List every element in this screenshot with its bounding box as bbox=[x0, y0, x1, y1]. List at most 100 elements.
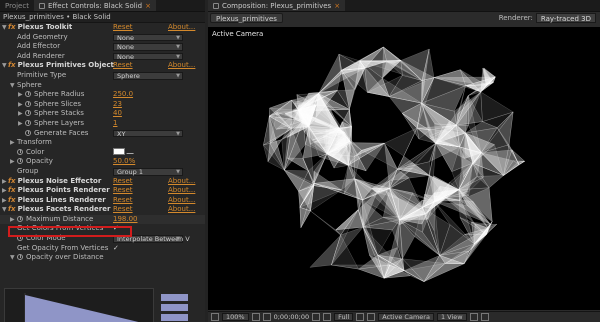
tab-project[interactable]: Project bbox=[0, 0, 34, 11]
primitive-type-dropdown[interactable]: Sphere bbox=[113, 71, 183, 80]
toggle-pixel-aspect-icon[interactable] bbox=[469, 313, 478, 321]
about-link[interactable]: About... bbox=[168, 186, 195, 196]
snapshot-icon[interactable] bbox=[312, 313, 321, 321]
close-icon[interactable]: × bbox=[145, 0, 151, 12]
transform-row[interactable]: ▶ Transform bbox=[0, 138, 205, 148]
composition-tab[interactable]: Plexus_primitives bbox=[210, 13, 283, 23]
opacity-value[interactable]: 50.0% bbox=[113, 157, 135, 167]
camera-snapshot-icon[interactable] bbox=[262, 313, 271, 321]
fx-icon[interactable]: fx bbox=[8, 61, 16, 69]
stopwatch-icon[interactable] bbox=[17, 158, 23, 165]
sphere-radius-value[interactable]: 250.0 bbox=[113, 90, 133, 100]
about-link[interactable]: About... bbox=[168, 61, 195, 71]
add-geometry-dropdown[interactable]: None bbox=[113, 33, 183, 42]
sphere-stacks-value[interactable]: 40 bbox=[113, 109, 122, 119]
transparency-grid-icon[interactable] bbox=[367, 313, 376, 321]
camera-label: Active Camera bbox=[212, 30, 264, 38]
group-row: Group Group 1 bbox=[0, 167, 205, 177]
region-of-interest-icon[interactable] bbox=[356, 313, 365, 321]
lock-icon[interactable] bbox=[38, 2, 45, 9]
timecode[interactable]: 0;00;00;00 bbox=[274, 313, 310, 321]
tab-effect-controls[interactable]: Effect Controls: Black Solid × bbox=[33, 0, 156, 12]
fx-icon[interactable]: fx bbox=[8, 196, 16, 204]
about-link[interactable]: About... bbox=[168, 177, 195, 187]
tab-composition[interactable]: Composition: Plexus_primitives × bbox=[208, 0, 346, 12]
add-effector-dropdown[interactable]: None bbox=[113, 43, 183, 51]
maximum-distance-row: ▶ Maximum Distance 198.00 bbox=[0, 214, 205, 225]
zoom-dropdown[interactable]: 100% bbox=[222, 313, 249, 321]
generate-faces-row: Generate Faces XY bbox=[0, 129, 205, 139]
grid-icon[interactable] bbox=[251, 313, 260, 321]
show-channel-icon[interactable] bbox=[323, 313, 332, 321]
fast-previews-icon[interactable] bbox=[480, 313, 489, 321]
sphere-group-row[interactable]: ▼ Sphere bbox=[0, 81, 205, 91]
stopwatch-icon[interactable] bbox=[25, 100, 31, 107]
render-toggle-icon[interactable] bbox=[211, 313, 219, 321]
generate-faces-dropdown[interactable]: XY bbox=[113, 129, 183, 138]
group-dropdown[interactable]: Group 1 bbox=[113, 167, 183, 176]
stopwatch-icon[interactable] bbox=[25, 119, 31, 126]
opacity-from-vertices-checkbox[interactable]: ✓ bbox=[113, 244, 119, 254]
eyedropper-icon[interactable] bbox=[126, 147, 137, 154]
graph-preset-button[interactable] bbox=[161, 294, 188, 301]
lock-icon[interactable] bbox=[213, 2, 219, 9]
camera-view-dropdown[interactable]: Active Camera bbox=[378, 313, 434, 321]
disclosure-triangle-icon[interactable]: ▶ bbox=[10, 157, 15, 167]
graph-preset-button[interactable] bbox=[161, 304, 188, 311]
disclosure-triangle-icon[interactable]: ▼ bbox=[10, 81, 15, 91]
effect-plexus-noise-effector[interactable]: ▶ fx Plexus Noise Effector Reset About... bbox=[0, 177, 205, 187]
fx-icon[interactable]: fx bbox=[8, 177, 16, 185]
fx-icon[interactable]: fx bbox=[8, 23, 16, 31]
disclosure-triangle-icon[interactable]: ▶ bbox=[10, 215, 15, 225]
effect-plexus-primitives[interactable]: ▼ fx Plexus Primitives Object Reset About… bbox=[0, 61, 205, 71]
reset-link[interactable]: Reset bbox=[113, 61, 133, 71]
about-link[interactable]: About... bbox=[168, 196, 195, 206]
opacity-over-distance-graph[interactable] bbox=[4, 288, 154, 322]
reset-link[interactable]: Reset bbox=[113, 23, 133, 33]
sphere-slices-value[interactable]: 23 bbox=[113, 100, 122, 110]
renderer-dropdown[interactable]: Ray-traced 3D bbox=[535, 13, 596, 23]
disclosure-triangle-icon[interactable]: ▼ bbox=[10, 253, 15, 263]
stopwatch-icon[interactable] bbox=[25, 91, 31, 98]
disclosure-triangle-icon[interactable]: ▶ bbox=[18, 90, 23, 100]
effect-plexus-facets-renderer[interactable]: ▼ fx Plexus Facets Renderer Reset About..… bbox=[0, 205, 205, 215]
disclosure-triangle-icon[interactable]: ▼ bbox=[2, 61, 7, 71]
add-renderer-dropdown[interactable]: None bbox=[113, 52, 183, 61]
color-swatch[interactable] bbox=[113, 147, 125, 155]
opacity-over-distance-row[interactable]: ▼ Opacity over Distance bbox=[0, 253, 205, 263]
disclosure-triangle-icon[interactable]: ▶ bbox=[18, 100, 23, 110]
disclosure-triangle-icon[interactable]: ▶ bbox=[2, 196, 7, 206]
stopwatch-icon[interactable] bbox=[25, 110, 31, 117]
graph-preset-button[interactable] bbox=[161, 314, 188, 321]
disclosure-triangle-icon[interactable]: ▼ bbox=[2, 23, 7, 33]
stopwatch-icon[interactable] bbox=[17, 254, 23, 261]
composition-viewer[interactable]: Active Camera bbox=[208, 27, 600, 310]
about-link[interactable]: About... bbox=[168, 23, 195, 33]
effect-plexus-points-renderer[interactable]: ▶ fx Plexus Points Renderer Reset About..… bbox=[0, 186, 205, 196]
disclosure-triangle-icon[interactable]: ▶ bbox=[18, 109, 23, 119]
view-layout-dropdown[interactable]: 1 View bbox=[436, 313, 467, 321]
effect-plexus-toolkit[interactable]: ▼ fx Plexus Toolkit Reset About... bbox=[0, 23, 205, 33]
reset-link[interactable]: Reset bbox=[113, 177, 133, 187]
effect-plexus-lines-renderer[interactable]: ▶ fx Plexus Lines Renderer Reset About... bbox=[0, 196, 205, 206]
about-link[interactable]: About... bbox=[168, 205, 195, 215]
maximum-distance-value[interactable]: 198.00 bbox=[113, 215, 138, 225]
sphere-layers-value[interactable]: 1 bbox=[113, 119, 117, 129]
stopwatch-icon[interactable] bbox=[25, 129, 31, 136]
reset-link[interactable]: Reset bbox=[113, 205, 133, 215]
graph-canvas bbox=[24, 293, 139, 322]
disclosure-triangle-icon[interactable]: ▼ bbox=[2, 205, 7, 215]
reset-link[interactable]: Reset bbox=[113, 186, 133, 196]
fx-icon[interactable]: fx bbox=[8, 186, 16, 194]
resolution-dropdown[interactable]: Full bbox=[334, 313, 354, 321]
fx-icon[interactable]: fx bbox=[8, 205, 16, 213]
disclosure-triangle-icon[interactable]: ▶ bbox=[2, 186, 7, 196]
stopwatch-icon[interactable] bbox=[17, 148, 23, 155]
stopwatch-icon[interactable] bbox=[17, 215, 23, 222]
opacity-falloff-area bbox=[25, 295, 139, 322]
disclosure-triangle-icon[interactable]: ▶ bbox=[10, 138, 15, 148]
reset-link[interactable]: Reset bbox=[113, 196, 133, 206]
disclosure-triangle-icon[interactable]: ▶ bbox=[2, 177, 7, 187]
disclosure-triangle-icon[interactable]: ▶ bbox=[18, 119, 23, 129]
close-icon[interactable]: × bbox=[334, 0, 340, 12]
